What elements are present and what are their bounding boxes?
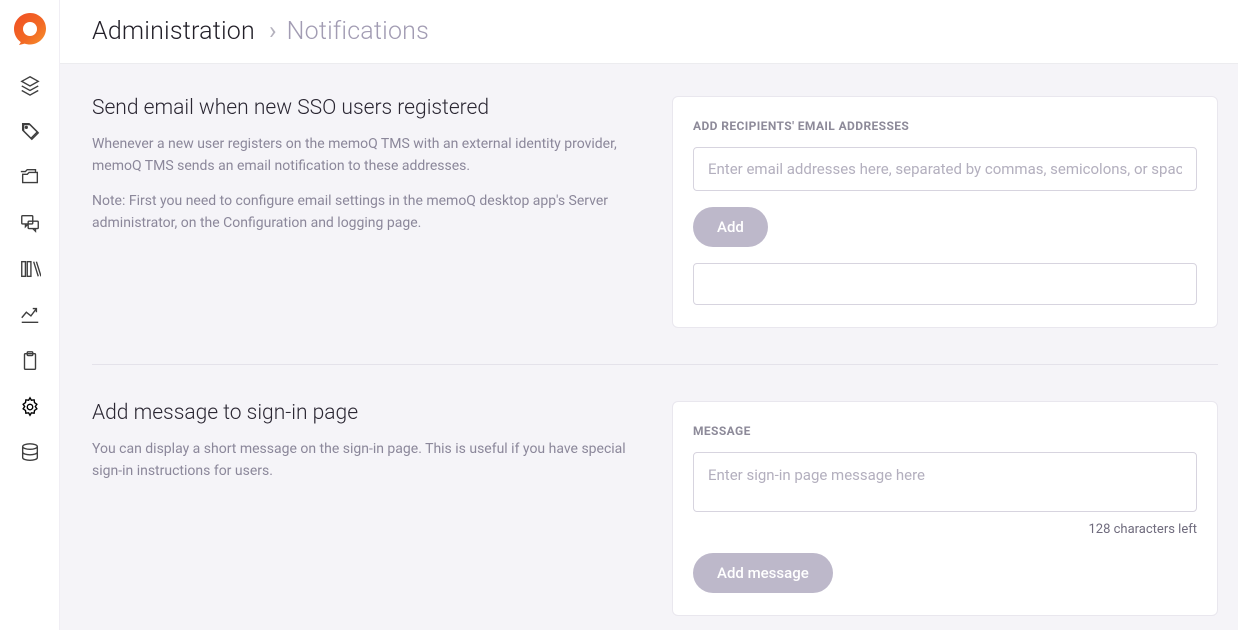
signin-message-input[interactable] xyxy=(693,452,1197,512)
section-title-signin: Add message to sign-in page xyxy=(92,401,640,425)
section-desc-sso-1: Whenever a new user registers on the mem… xyxy=(92,134,640,177)
recipient-email-input[interactable] xyxy=(693,147,1197,191)
card-label-sso: ADD RECIPIENTS' EMAIL ADDRESSES xyxy=(693,119,1197,133)
side-nav xyxy=(0,0,60,630)
nav-files[interactable] xyxy=(6,156,54,198)
add-recipient-button[interactable]: Add xyxy=(693,207,768,247)
card-signin-message: MESSAGE 128 characters left Add message xyxy=(672,401,1218,616)
nav-clipboard[interactable] xyxy=(6,340,54,382)
recipient-list xyxy=(693,263,1197,305)
section-sso-notify: Send email when new SSO users registered… xyxy=(92,96,1218,365)
content-scroll: Send email when new SSO users registered… xyxy=(60,64,1238,630)
brand-logo[interactable] xyxy=(13,12,47,46)
breadcrumb: Administration › Notifications xyxy=(60,0,1238,64)
section-title-sso: Send email when new SSO users registered xyxy=(92,96,640,120)
breadcrumb-current: Notifications xyxy=(287,17,429,46)
nav-database[interactable] xyxy=(6,432,54,474)
nav-analytics[interactable] xyxy=(6,294,54,336)
signin-message-chars-left: 128 characters left xyxy=(693,522,1197,537)
page: Administration › Notifications Send emai… xyxy=(60,0,1238,630)
section-desc-sso-2: Note: First you need to configure email … xyxy=(92,191,640,234)
nav-layers[interactable] xyxy=(6,64,54,106)
breadcrumb-root[interactable]: Administration xyxy=(92,17,255,46)
nav-settings[interactable] xyxy=(6,386,54,428)
section-signin-message: Add message to sign-in page You can disp… xyxy=(92,401,1218,616)
nav-tags[interactable] xyxy=(6,110,54,152)
nav-chat[interactable] xyxy=(6,202,54,244)
nav-library[interactable] xyxy=(6,248,54,290)
card-label-signin: MESSAGE xyxy=(693,424,1197,438)
section-desc-signin: You can display a short message on the s… xyxy=(92,439,640,482)
add-signin-message-button[interactable]: Add message xyxy=(693,553,833,593)
card-sso-recipients: ADD RECIPIENTS' EMAIL ADDRESSES Add xyxy=(672,96,1218,328)
chevron-right-icon: › xyxy=(269,17,277,46)
